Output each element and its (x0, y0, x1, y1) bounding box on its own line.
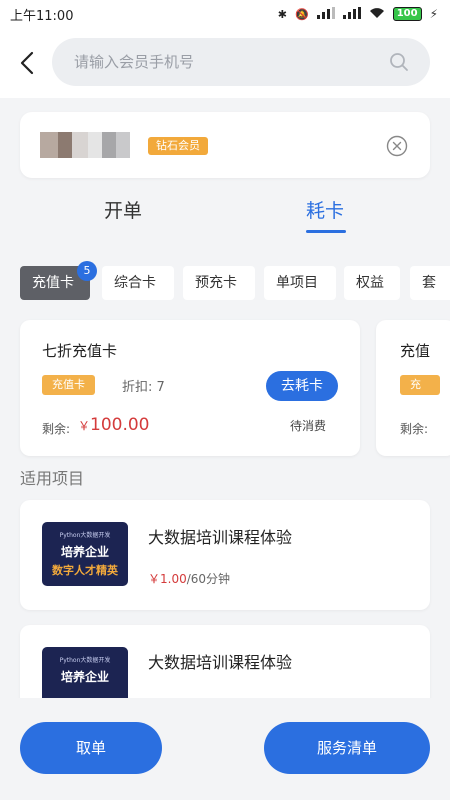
bottom-action-bar: 取单 服务清单 (0, 698, 450, 800)
charging-icon: ⚡ (429, 7, 438, 21)
project-title: 大数据培训课程体验 (148, 528, 293, 547)
chip-prepaid-card[interactable]: 预充卡 (183, 266, 255, 300)
back-button[interactable] (16, 48, 40, 78)
consume-card-button[interactable]: 去耗卡 (266, 371, 338, 401)
remaining-label: 剩余: (42, 422, 71, 436)
mute-icon: 🔕 (294, 7, 309, 21)
recharge-card-item-2[interactable]: 充值 充值 剩余: (376, 320, 450, 456)
member-card: 钻石会员 (20, 112, 430, 178)
card-type-tag: 充值卡 (42, 375, 95, 395)
cancel-order-button[interactable]: 取单 (20, 722, 162, 774)
section-title: 适用项目 (20, 469, 85, 488)
card-type-tag: 充值 (400, 375, 440, 411)
search-input[interactable] (74, 38, 374, 86)
chip-combo-card[interactable]: 综合卡 (102, 266, 174, 300)
thumbnail-highlight: 数字人才精英 (52, 564, 118, 577)
close-icon[interactable] (386, 135, 408, 157)
remaining-value: 100.00 (90, 415, 150, 435)
thumbnail-headline: 培养企业 (60, 545, 109, 559)
header (0, 28, 450, 98)
thumbnail-caption: Python大数据开发 (59, 657, 111, 664)
card-name: 充值 (400, 342, 431, 360)
card-discount: 折扣: 7 (122, 380, 165, 395)
project-thumbnail: Python大数据开发 培养企业 数字人才精英 (42, 522, 128, 586)
thumbnail-caption: Python大数据开发 (59, 532, 111, 539)
status-bar: 上午11:00 ✱ 🔕 100 ⚡ (0, 0, 450, 28)
bluetooth-icon: ✱ (277, 7, 287, 21)
tab-open-order[interactable]: 开单 (104, 196, 142, 223)
search-icon[interactable] (388, 51, 410, 73)
recharge-card-item[interactable]: 七折充值卡 充值卡 折扣: 7 去耗卡 剩余: ￥100.00 待消费 (20, 320, 360, 456)
active-tab-indicator (306, 230, 346, 233)
currency-symbol: ￥ (78, 419, 91, 433)
price-unit: /60分钟 (186, 572, 231, 586)
card-status: 待消费 (290, 419, 327, 433)
app-page: 上午11:00 ✱ 🔕 100 ⚡ 请输入会员手机号 钻石会员 开单 耗卡 充值… (0, 0, 450, 800)
project-title: 大数据培训课程体验 (148, 653, 293, 672)
remaining-label: 剩余: (400, 422, 429, 436)
chip-benefits[interactable]: 权益 (344, 266, 400, 300)
chevron-left-icon (20, 51, 34, 75)
card-name: 七折充值卡 (42, 342, 118, 360)
search-bar (52, 38, 430, 86)
service-list-button[interactable]: 服务清单 (264, 722, 430, 774)
count-badge: 5 (77, 261, 97, 281)
signal-icon-2 (342, 6, 361, 22)
member-level-badge: 钻石会员 (148, 137, 208, 155)
project-item[interactable]: Python大数据开发 培养企业 数字人才精英 大数据培训课程体验 ￥1.00/… (20, 500, 430, 610)
project-price: ￥1.00/60分钟 (148, 570, 230, 587)
main-tabs: 开单 耗卡 (0, 190, 450, 240)
battery-icon: 100 (392, 7, 422, 21)
chip-single-item[interactable]: 单项目 (264, 266, 336, 300)
wifi-icon (369, 7, 385, 22)
remaining-amount: ￥100.00 (78, 415, 150, 435)
status-time: 上午11:00 (10, 8, 74, 24)
member-avatar-blurred (40, 132, 130, 158)
price-value: ￥1.00 (148, 572, 187, 586)
thumbnail-headline: 培养企业 (60, 670, 109, 684)
status-icons: ✱ 🔕 100 ⚡ (277, 6, 438, 22)
tab-consume-card[interactable]: 耗卡 (306, 196, 344, 223)
chip-package[interactable]: 套 (410, 266, 450, 300)
signal-icon (316, 6, 335, 22)
